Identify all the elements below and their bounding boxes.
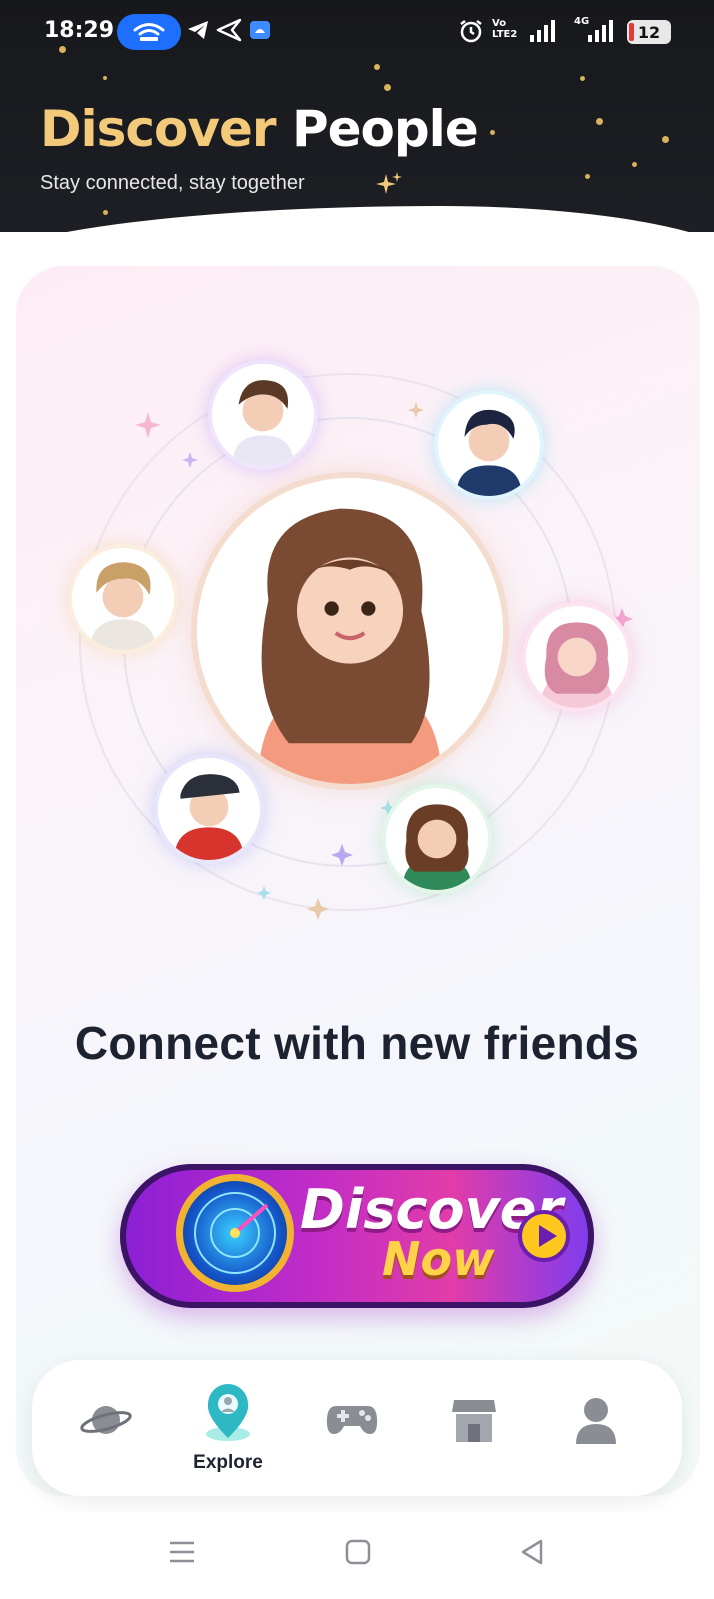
network-label: Vo LTE2 <box>492 18 518 40</box>
signal-icon <box>530 20 555 42</box>
signal-icon <box>588 20 613 42</box>
battery-level: 12 <box>637 22 661 42</box>
page-subtitle: Stay connected, stay together <box>40 172 305 194</box>
discover-now-line2: Now <box>382 1232 495 1286</box>
avatar-right[interactable] <box>526 606 628 708</box>
avatar-bottom-right[interactable] <box>386 788 488 890</box>
menu-icon[interactable] <box>168 1538 196 1566</box>
android-icon <box>250 21 270 39</box>
center-avatar[interactable] <box>197 478 503 784</box>
alarm-icon <box>460 20 482 43</box>
nav-item-store[interactable] <box>414 1360 534 1496</box>
play-icon <box>518 1210 570 1262</box>
decor-dot <box>585 174 590 179</box>
status-bar: 18:29 Vo LTE2 4G 12 <box>0 0 714 62</box>
decor-dot <box>490 130 495 135</box>
header: 18:29 Vo LTE2 4G 12 Discover People Stay… <box>0 0 714 232</box>
nav-item-profile[interactable] <box>536 1360 656 1496</box>
store-icon <box>452 1400 496 1442</box>
decor-dot <box>662 136 669 143</box>
location-pin-icon <box>206 1384 250 1441</box>
telegram-icon <box>188 21 208 39</box>
decor-dot <box>596 118 603 125</box>
avatar-left[interactable] <box>72 548 174 650</box>
hotspot-icon <box>133 23 165 41</box>
send-icon <box>216 18 242 42</box>
avatar-top-right[interactable] <box>438 394 540 496</box>
page-title: Discover People <box>40 100 479 158</box>
decor-dot <box>374 64 380 70</box>
planet-icon <box>80 1406 132 1434</box>
decor-dot <box>103 76 107 80</box>
discover-card <box>16 266 700 1496</box>
battery-icon: 12 <box>627 20 671 44</box>
home-icon[interactable] <box>344 1538 372 1566</box>
nav-item-games[interactable] <box>292 1360 412 1496</box>
decor-dot <box>632 162 637 167</box>
decor-dot <box>580 76 585 81</box>
sparkle-icon <box>376 172 402 194</box>
nav-item-planet[interactable] <box>46 1360 166 1496</box>
hotspot-indicator[interactable] <box>117 14 181 50</box>
decor-dot <box>103 210 108 215</box>
avatar-bottom-left[interactable] <box>158 758 260 860</box>
back-icon[interactable] <box>518 1538 546 1566</box>
main-headline: Connect with new friends <box>74 1017 640 1069</box>
user-icon <box>576 1398 616 1444</box>
gamepad-icon <box>326 1406 378 1434</box>
nav-label-explore: Explore <box>193 1452 263 1473</box>
network-type: 4G <box>574 16 590 27</box>
bottom-nav: Explore <box>32 1360 682 1496</box>
avatar-girl-illustration <box>197 478 503 784</box>
nav-item-explore[interactable]: Explore <box>168 1360 288 1496</box>
system-nav-bar <box>0 1512 714 1599</box>
discover-now-button[interactable]: Discover Now <box>120 1164 594 1308</box>
decor-dot <box>384 84 391 91</box>
status-time: 18:29 <box>44 18 115 43</box>
avatar-top-left[interactable] <box>212 364 314 466</box>
radar-icon <box>176 1174 294 1292</box>
